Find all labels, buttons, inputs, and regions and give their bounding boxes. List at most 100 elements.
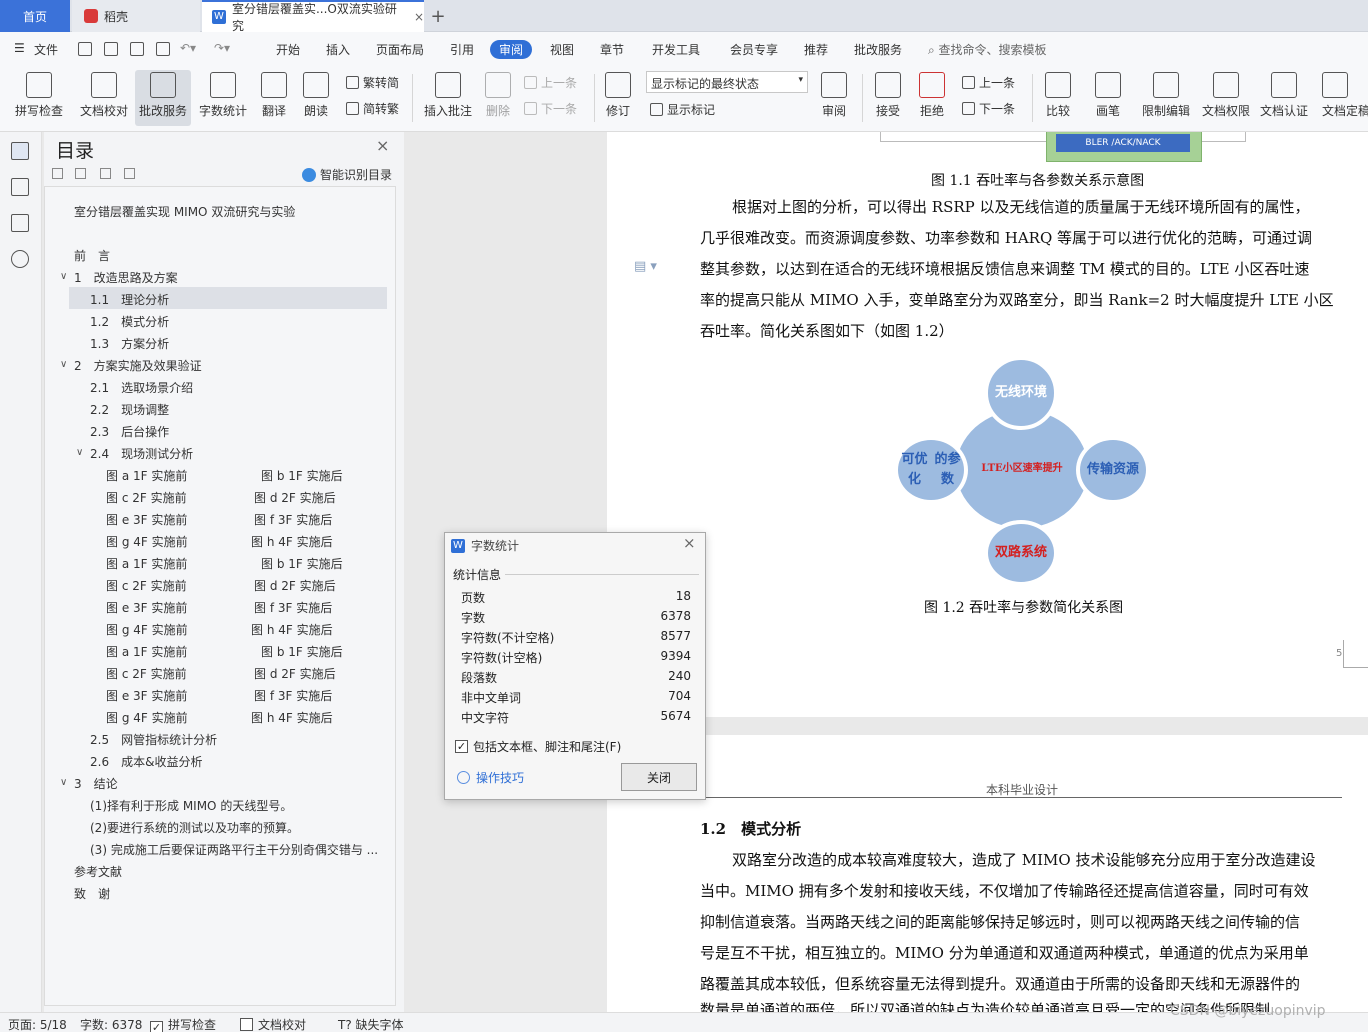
search-icon[interactable]: [11, 250, 29, 268]
save-icon[interactable]: [78, 42, 92, 56]
toc-item[interactable]: 2.2 现场调整: [90, 401, 169, 418]
menu-insert[interactable]: 插入: [326, 41, 350, 58]
accept-button[interactable]: 接受: [868, 70, 908, 126]
doc-proof-status[interactable]: 文档校对: [240, 1016, 306, 1032]
toc-item[interactable]: (1)择有利于形成 MIMO 的天线型号。: [90, 797, 292, 814]
include-textbox-checkbox[interactable]: ✓ 包括文本框、脚注和尾注(F): [455, 738, 621, 755]
ink-button[interactable]: 画笔: [1090, 70, 1126, 126]
toc-figure-item[interactable]: 图 d 2F 实施后: [254, 577, 336, 594]
missing-font-status[interactable]: T? 缺失字体: [338, 1016, 404, 1032]
spellcheck-button[interactable]: 拼写检查: [8, 70, 70, 126]
restrict-edit-button[interactable]: 限制编辑: [1138, 70, 1194, 126]
toc-figure-item[interactable]: 图 e 3F 实施前: [106, 599, 187, 616]
toc-item[interactable]: 2.4 现场测试分析: [90, 445, 193, 462]
doc-permission-button[interactable]: 文档权限: [1198, 70, 1254, 126]
toc-item-selected[interactable]: 1.1 理论分析: [69, 287, 387, 309]
spellcheck-status[interactable]: ✓ 拼写检查: [150, 1016, 216, 1032]
print-preview-icon[interactable]: [156, 42, 170, 56]
menu-start[interactable]: 开始: [276, 41, 300, 58]
toc-figure-item[interactable]: 图 c 2F 实施前: [106, 577, 187, 594]
new-tab-button[interactable]: +: [428, 0, 448, 32]
menu-view[interactable]: 视图: [550, 41, 574, 58]
toc-item[interactable]: 3 结论: [74, 775, 118, 792]
toc-figure-item[interactable]: 图 a 1F 实施前: [106, 555, 187, 572]
checkbox-checked-icon[interactable]: ✓: [455, 740, 468, 753]
toc-figure-item[interactable]: 图 h 4F 实施后: [251, 621, 333, 638]
toc-figure-item[interactable]: 图 g 4F 实施前: [106, 709, 188, 726]
doc-proof-button[interactable]: 文档校对: [76, 70, 132, 126]
revise-button[interactable]: 修订: [600, 70, 636, 126]
comment-marker-icon[interactable]: ▤ ▾: [634, 259, 657, 274]
toc-item[interactable]: 1.3 方案分析: [90, 335, 169, 352]
menu-developer[interactable]: 开发工具: [652, 41, 700, 58]
menu-member[interactable]: 会员专享: [730, 41, 778, 58]
toc-figure-item[interactable]: 图 h 4F 实施后: [251, 709, 333, 726]
toc-item[interactable]: 2.3 后台操作: [90, 423, 169, 440]
toc-item[interactable]: 1.2 模式分析: [90, 313, 169, 330]
redo-icon[interactable]: ↷▾: [214, 41, 230, 55]
compare-button[interactable]: 比较: [1038, 70, 1078, 126]
toc-figure-item[interactable]: 图 b 1F 实施后: [261, 467, 343, 484]
hamburger-icon[interactable]: ☰: [14, 41, 25, 55]
show-markup-button[interactable]: 显示标记: [650, 101, 715, 118]
delete-comment-button[interactable]: 删除: [480, 70, 516, 126]
menu-page-layout[interactable]: 页面布局: [376, 41, 424, 58]
toc-figure-item[interactable]: 图 c 2F 实施前: [106, 665, 187, 682]
toc-item[interactable]: (2)要进行系统的测试以及功率的预算。: [90, 819, 299, 836]
read-aloud-button[interactable]: 朗读: [298, 70, 334, 126]
toc-item-preface[interactable]: 前 言: [74, 247, 110, 264]
tips-link[interactable]: 操作技巧: [457, 769, 524, 786]
toc-item[interactable]: (3) 完成施工后要保证两路平行主干分别奇偶交错与 ...: [90, 841, 378, 858]
tab-home[interactable]: 首页: [0, 0, 70, 32]
toc-item-title[interactable]: 室分错层覆盖实现 MIMO 双流研究与实验: [74, 203, 295, 220]
print-icon[interactable]: [130, 42, 144, 56]
toc-item[interactable]: 2.5 网管指标统计分析: [90, 731, 217, 748]
close-icon[interactable]: ×: [376, 136, 389, 155]
bookmark-icon[interactable]: [11, 214, 29, 232]
toc-figure-item[interactable]: 图 e 3F 实施前: [106, 687, 187, 704]
next-change-button[interactable]: 下一条: [962, 100, 1015, 117]
reject-button[interactable]: 拒绝: [912, 70, 952, 126]
toc-figure-item[interactable]: 图 a 1F 实施前: [106, 643, 187, 660]
tab-document[interactable]: W 室分错层覆盖实...O双流实验研究 ×: [202, 0, 424, 33]
doc-certify-button[interactable]: 文档认证: [1256, 70, 1312, 126]
toc-figure-item[interactable]: 图 b 1F 实施后: [261, 643, 343, 660]
toc-item[interactable]: 2.6 成本&收益分析: [90, 753, 202, 770]
toc-item-acknowledgements[interactable]: 致 谢: [74, 885, 110, 902]
toc-figure-item[interactable]: 图 f 3F 实施后: [254, 511, 332, 528]
chevron-down-icon[interactable]: ∨: [60, 777, 67, 788]
menu-review-service[interactable]: 批改服务: [854, 41, 902, 58]
menu-review[interactable]: 审阅: [490, 40, 533, 59]
simp-to-trad-button[interactable]: 简转繁: [346, 100, 399, 117]
tab-daoke[interactable]: 稻壳: [72, 0, 200, 32]
toc-figure-item[interactable]: 图 d 2F 实施后: [254, 489, 336, 506]
toc-item[interactable]: 1 改造思路及方案: [74, 269, 178, 286]
undo-icon[interactable]: ↶▾: [180, 41, 196, 55]
toc-figure-item[interactable]: 图 g 4F 实施前: [106, 621, 188, 638]
chevron-down-icon[interactable]: ∨: [76, 447, 83, 458]
trad-to-simp-button[interactable]: 繁转简: [346, 74, 399, 91]
insert-comment-button[interactable]: 插入批注: [420, 70, 476, 126]
page-indicator[interactable]: 页面: 5/18: [8, 1016, 67, 1032]
menu-references[interactable]: 引用: [450, 41, 474, 58]
review-service-button[interactable]: 批改服务: [135, 70, 191, 126]
remove-heading-icon[interactable]: [124, 168, 135, 179]
chapter-nav-icon[interactable]: [11, 178, 29, 196]
doc-finalize-button[interactable]: 文档定稿: [1318, 70, 1368, 126]
collapse-all-icon[interactable]: [52, 168, 63, 179]
toc-figure-item[interactable]: 图 f 3F 实施后: [254, 687, 332, 704]
word-count-indicator[interactable]: 字数: 6378: [80, 1016, 142, 1032]
toc-item[interactable]: 2 方案实施及效果验证: [74, 357, 202, 374]
menu-recommend[interactable]: 推荐: [804, 41, 828, 58]
next-comment-button[interactable]: 下一条: [524, 100, 577, 117]
command-search[interactable]: ⌕ 查找命令、搜索模板: [928, 41, 1047, 58]
toc-figure-item[interactable]: 图 g 4F 实施前: [106, 533, 188, 550]
toc-figure-item[interactable]: 图 c 2F 实施前: [106, 489, 187, 506]
translate-button[interactable]: 翻译: [254, 70, 294, 126]
toc-figure-item[interactable]: 图 d 2F 实施后: [254, 665, 336, 682]
toc-panel-icon[interactable]: [11, 142, 29, 160]
word-count-button[interactable]: 字数统计: [196, 70, 250, 126]
prev-change-button[interactable]: 上一条: [962, 74, 1015, 91]
expand-icon[interactable]: [75, 168, 86, 179]
toc-figure-item[interactable]: 图 b 1F 实施后: [261, 555, 343, 572]
